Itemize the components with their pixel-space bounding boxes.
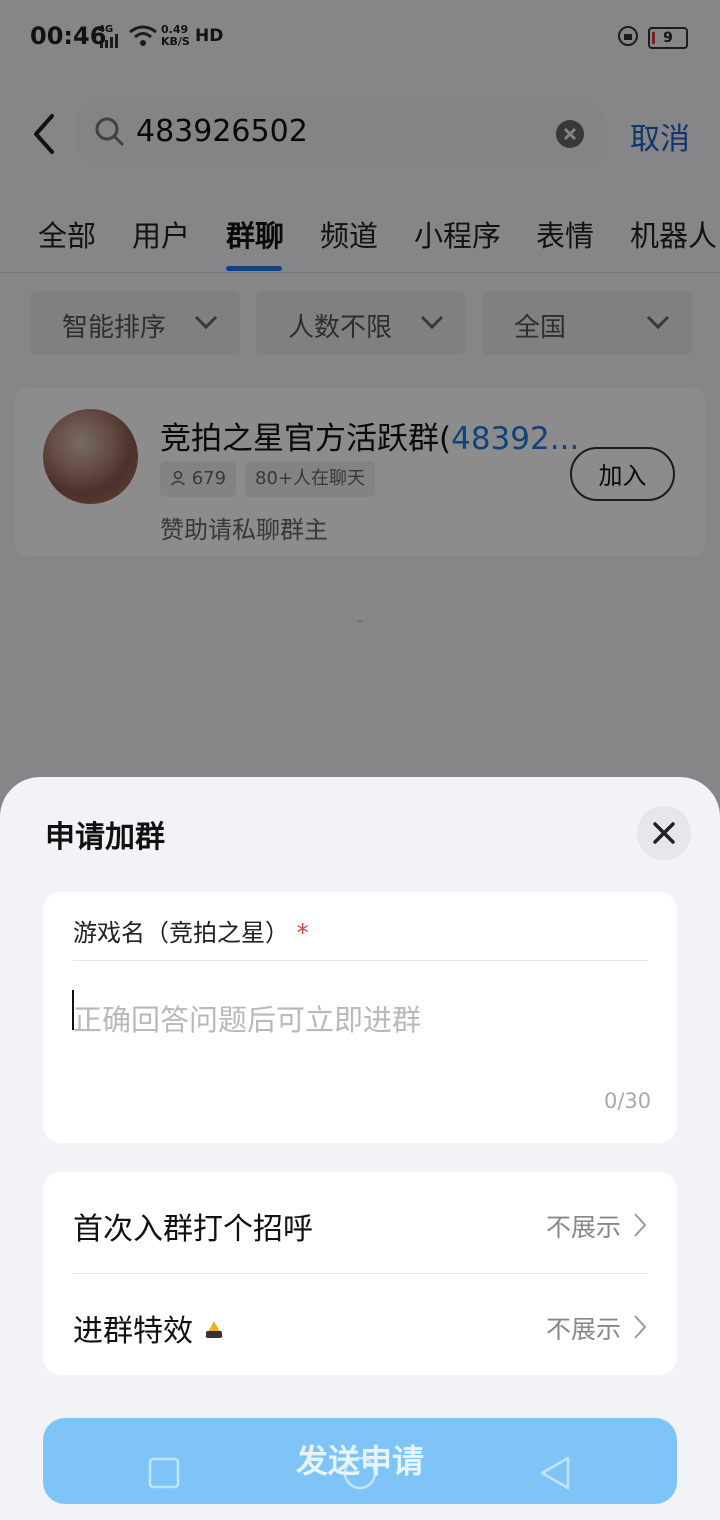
option-label: 首次入群打个招呼 [73, 1212, 313, 1247]
chevron-right-icon [634, 1213, 647, 1237]
join-request-sheet [0, 777, 720, 1520]
char-counter: 0/30 [604, 1089, 652, 1113]
effect-badge-icon [204, 1321, 223, 1338]
text-cursor [72, 990, 74, 1030]
greeting-option-row[interactable]: 首次入群打个招呼 不展示 [43, 1172, 677, 1273]
divider [73, 960, 648, 961]
option-value: 不展示 [545, 1213, 621, 1242]
chevron-right-icon [634, 1315, 647, 1339]
close-button[interactable] [637, 806, 691, 860]
recent-apps-icon[interactable] [148, 1457, 180, 1489]
close-icon [653, 822, 675, 844]
divider [73, 1273, 648, 1274]
system-nav-bar [0, 1440, 720, 1520]
home-icon[interactable] [342, 1455, 378, 1491]
required-mark: * [296, 919, 309, 947]
option-value: 不展示 [545, 1315, 621, 1344]
sheet-title: 申请加群 [45, 820, 165, 855]
question-label: 游戏名（竞拍之星） * [73, 919, 309, 947]
back-nav-icon[interactable] [538, 1455, 572, 1491]
answer-input[interactable] [73, 990, 633, 1050]
option-label: 进群特效 [73, 1306, 225, 1350]
entry-effect-option-row[interactable]: 进群特效 不展示 [43, 1274, 677, 1375]
